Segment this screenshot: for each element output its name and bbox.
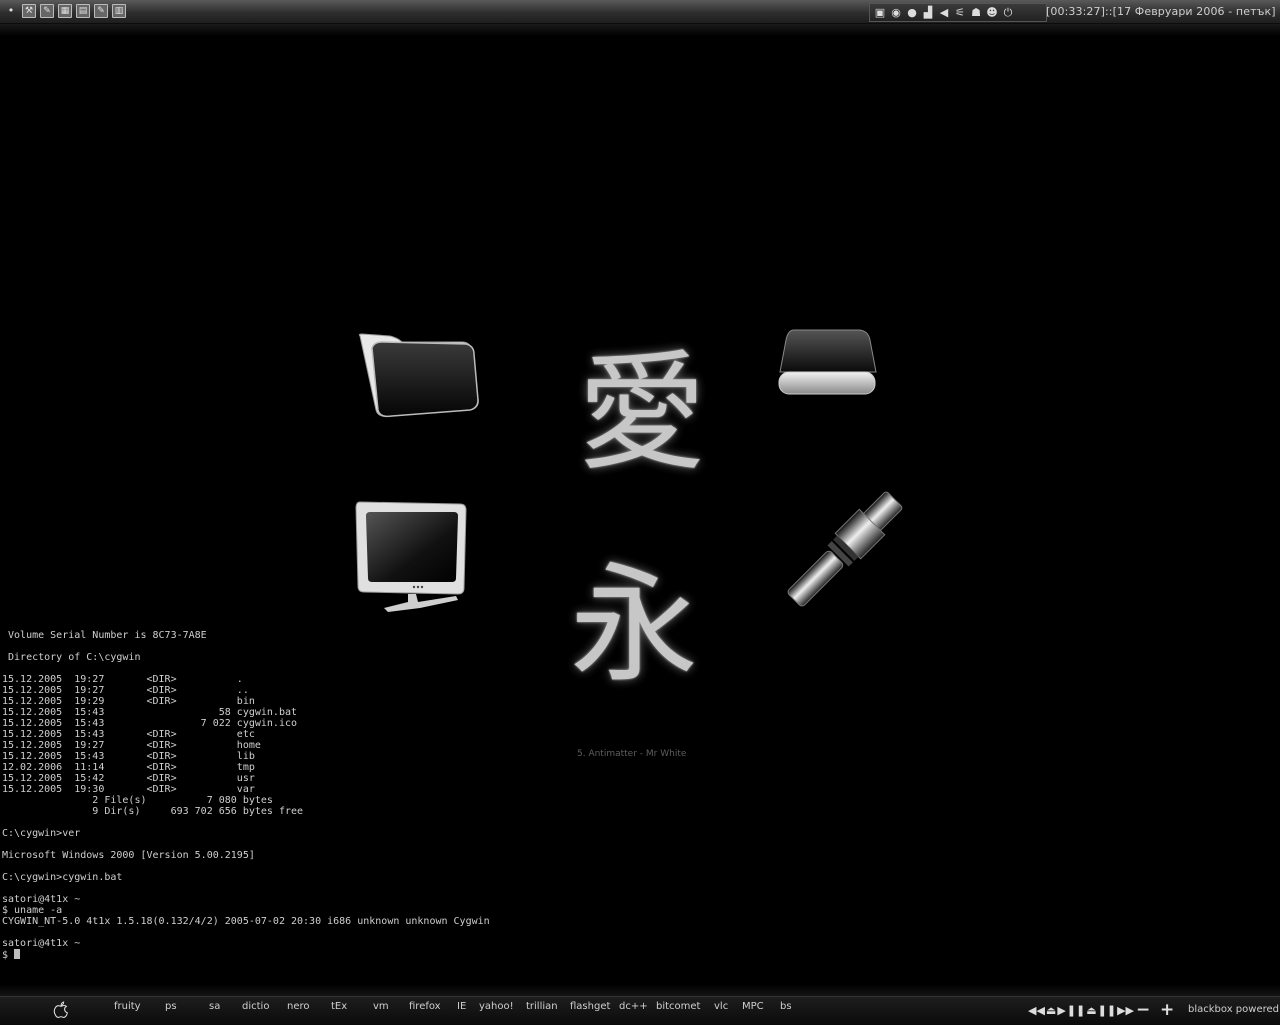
terminal-line: satori@4t1x ~ — [2, 894, 81, 905]
task-tex[interactable]: tEx — [331, 1001, 347, 1012]
network-icon[interactable]: ⚟ — [953, 6, 967, 20]
task-nero[interactable]: nero — [287, 1001, 310, 1012]
network-cable-desktop-icon[interactable] — [776, 486, 910, 616]
eject-icon[interactable]: ⏏ — [1086, 1004, 1096, 1017]
task-mpc[interactable]: MPC — [742, 1001, 764, 1012]
wrench-icon[interactable]: ⚒ — [22, 4, 36, 18]
cygwin-terminal[interactable]: Volume Serial Number is 8C73-7A8E Direct… — [2, 630, 702, 970]
task-sa[interactable]: sa — [209, 1001, 220, 1012]
terminal-line: Volume Serial Number is 8C73-7A8E — [2, 630, 207, 641]
terminal-line: 9 Dir(s) 693 702 656 bytes free — [2, 806, 304, 817]
speaker-icon[interactable]: ◀ — [937, 6, 951, 20]
terminal-line: Microsoft Windows 2000 [Version 5.00.219… — [2, 850, 255, 861]
eject-icon[interactable]: ⏏ — [1046, 1004, 1056, 1017]
task-firefox[interactable]: firefox — [409, 1001, 441, 1012]
apple-logo-icon[interactable] — [52, 1001, 70, 1019]
bottombar-shadow — [0, 984, 1280, 996]
task-fruity[interactable]: fruity — [114, 1001, 141, 1012]
terminal-line: 15.12.2005 19:27 <DIR> . — [2, 674, 243, 685]
task-bs[interactable]: bs — [780, 1001, 792, 1012]
terminal-line: 2 File(s) 7 080 bytes — [2, 795, 273, 806]
power-icon[interactable]: ⏻ — [1001, 6, 1015, 20]
kanji-top: 愛 — [578, 339, 707, 488]
terminal-line: 15.12.2005 19:27 <DIR> .. — [2, 685, 249, 696]
terminal-line: 15.12.2005 19:27 <DIR> home — [2, 740, 261, 751]
terminal-prompt-line[interactable]: $ — [2, 949, 702, 961]
document-icon[interactable]: ▥ — [112, 4, 126, 18]
monitor-desktop-icon[interactable] — [352, 496, 472, 618]
chart-icon[interactable]: ▟ — [921, 6, 935, 20]
terminal-line: 15.12.2005 15:43 7 022 cygwin.ico — [2, 718, 298, 729]
drive-desktop-icon[interactable] — [772, 326, 882, 402]
image-icon[interactable]: ▦ — [58, 4, 72, 18]
play-icon[interactable]: ▶ — [1057, 1004, 1065, 1017]
stop-icon[interactable]: ❚❚ — [1098, 1004, 1116, 1017]
task-flashget[interactable]: flashget — [570, 1001, 610, 1012]
previous-icon[interactable]: ◀◀ — [1028, 1004, 1045, 1017]
zoom-out-button[interactable]: − — [1136, 1000, 1150, 1020]
terminal-line: CYGWIN_NT-5.0 4t1x 1.5.18(0.132/4/2) 200… — [2, 916, 490, 927]
smiley-icon[interactable]: ☻ — [985, 6, 999, 20]
display-icon[interactable]: ▣ — [873, 6, 887, 20]
task-dictio[interactable]: dictio — [242, 1001, 269, 1012]
launcher-bar: • ⚒ ✎ ▦ ▤ ✎ ▥ — [4, 4, 126, 18]
terminal-line: C:\cygwin>cygwin.bat — [2, 872, 123, 883]
topbar-shadow — [0, 24, 1280, 36]
clock[interactable]: [00:33:27]::[17 Февруари 2006 - петък] — [1046, 5, 1276, 18]
next-icon[interactable]: ▶▶ — [1117, 1004, 1134, 1017]
folder-desktop-icon[interactable] — [350, 328, 490, 424]
menu-dot-icon[interactable]: • — [4, 4, 18, 18]
task-vlc[interactable]: vlc — [714, 1001, 728, 1012]
terminal-line: satori@4t1x ~ — [2, 938, 81, 949]
globe-icon[interactable]: ◉ — [889, 6, 903, 20]
task-yahoo[interactable]: yahoo! — [479, 1001, 514, 1012]
users-icon[interactable]: ☗ — [969, 6, 983, 20]
terminal-line: $ uname -a — [2, 905, 63, 916]
zoom-in-button[interactable]: + — [1160, 1000, 1174, 1020]
terminal-line: Directory of C:\cygwin — [2, 652, 141, 663]
note-icon[interactable]: ✎ — [94, 4, 108, 18]
media-controls: ◀◀ ⏏ ▶ ❚❚ ⏏ ❚❚ ▶▶ — [1028, 1004, 1134, 1017]
terminal-line: 12.02.2006 11:14 <DIR> tmp — [2, 762, 255, 773]
terminal-line: C:\cygwin>ver — [2, 828, 81, 839]
task-bitcomet[interactable]: bitcomet — [656, 1001, 700, 1012]
blackbox-label: blackbox powered — [1188, 1004, 1279, 1015]
folder-icon[interactable]: ▤ — [76, 4, 90, 18]
top-toolbar: • ⚒ ✎ ▦ ▤ ✎ ▥ ▣ ◉ ● ▟ ◀ ⚟ ☗ ☻ ⏻ [00:33:2… — [0, 0, 1280, 24]
pause-icon[interactable]: ❚❚ — [1067, 1004, 1085, 1017]
terminal-line: 15.12.2005 15:43 <DIR> lib — [2, 751, 255, 762]
sphere-icon[interactable]: ● — [905, 6, 919, 20]
terminal-line: 15.12.2005 15:43 58 cygwin.bat — [2, 707, 298, 718]
terminal-output: Volume Serial Number is 8C73-7A8E Direct… — [2, 630, 702, 949]
terminal-line: 15.12.2005 15:42 <DIR> usr — [2, 773, 255, 784]
task-vm[interactable]: vm — [373, 1001, 389, 1012]
terminal-prompt: $ — [2, 950, 15, 961]
terminal-line: 15.12.2005 15:43 <DIR> etc — [2, 729, 255, 740]
system-tray: ▣ ◉ ● ▟ ◀ ⚟ ☗ ☻ ⏻ — [869, 3, 1047, 22]
task-trillian[interactable]: trillian — [526, 1001, 558, 1012]
notepad-icon[interactable]: ✎ — [40, 4, 54, 18]
task-ie[interactable]: IE — [457, 1001, 466, 1012]
task-ps[interactable]: ps — [165, 1001, 177, 1012]
terminal-line: 15.12.2005 19:30 <DIR> var — [2, 784, 255, 795]
text-cursor — [14, 949, 21, 959]
terminal-line: 15.12.2005 19:29 <DIR> bin — [2, 696, 255, 707]
task-dcpp[interactable]: dc++ — [619, 1001, 648, 1012]
